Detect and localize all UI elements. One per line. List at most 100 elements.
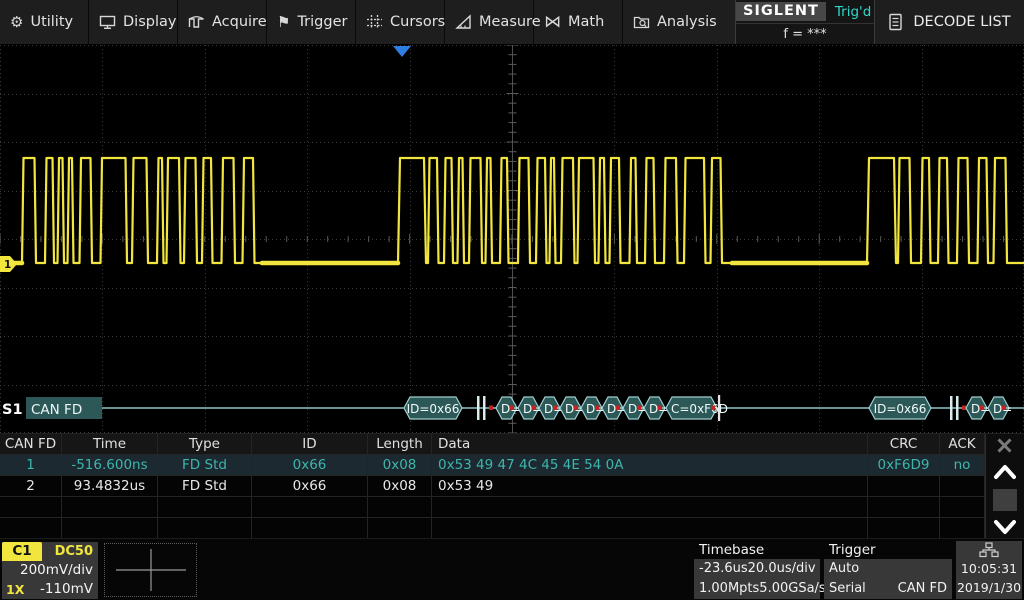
table-row[interactable]: 1-516.600nsFD Std0x660x080x53 49 47 4C 4…	[0, 455, 1024, 476]
menu-bar: ⚙ Utility Display Acquire ⚑ Trigger	[0, 0, 1024, 45]
siglent-logo: SIGLENT	[736, 2, 826, 21]
truncation-dot	[510, 406, 514, 411]
table-row[interactable]	[0, 497, 1024, 518]
table-row[interactable]: 293.4832usFD Std0x660x080x53 49	[0, 476, 1024, 497]
table-cell	[252, 518, 368, 539]
trigger-flag-icon: ⚑	[277, 15, 290, 30]
table-cell	[868, 518, 940, 539]
frame-separator-bar	[956, 396, 959, 420]
table-cell	[368, 518, 432, 539]
trigger-status-badge: Trig'd	[835, 4, 871, 20]
table-cell	[940, 518, 985, 539]
truncation-dot	[1002, 406, 1006, 411]
truncation-dot	[489, 406, 493, 411]
menu-item-analysis[interactable]: Analysis	[623, 0, 712, 44]
table-cell: 0x53 49 47 4C 45 4E 54 0A	[432, 455, 868, 476]
truncation-dot	[595, 406, 599, 411]
crosshair-icon	[114, 547, 188, 593]
menu-item-label: Measure	[479, 14, 541, 30]
menu-item-acquire[interactable]: Acquire	[178, 0, 267, 44]
scroll-down-button[interactable]	[992, 516, 1018, 538]
channel-1-tab[interactable]: C1	[2, 542, 42, 561]
scroll-thumb[interactable]	[993, 489, 1017, 511]
menu-item-label: Math	[568, 14, 604, 30]
truncation-dot	[553, 406, 557, 411]
menu-item-label: Cursors	[390, 14, 445, 30]
display-icon	[99, 14, 116, 30]
channel-offset: -110mV	[24, 580, 98, 599]
table-cell	[62, 518, 158, 539]
table-scrollbar	[985, 434, 1024, 539]
timebase-title: Timebase	[694, 541, 820, 559]
timebase-descriptor[interactable]: Timebase -23.6us 20.0us/div 1.00Mpts 5.0…	[694, 541, 820, 599]
waveform-display-area: 1S1CAN FDID=0x66D=D=D=D=D=D=D=D=C=0xF6DI…	[0, 45, 1024, 433]
table-cell	[432, 497, 868, 518]
menu-item-display[interactable]: Display	[89, 0, 178, 44]
decode-list-button[interactable]: DECODE LIST	[875, 0, 1024, 44]
table-cell	[0, 518, 62, 539]
table-cell: Type	[158, 434, 252, 455]
table-cell: Time	[62, 434, 158, 455]
table-row[interactable]	[0, 518, 1024, 539]
table-cell: CAN FD	[0, 434, 62, 455]
table-cell: Data	[432, 434, 868, 455]
channel-1-marker-label: 1	[4, 259, 11, 271]
table-cell: 0x08	[368, 476, 432, 497]
add-channel-slot[interactable]	[104, 543, 197, 597]
trigger-type: Serial	[829, 579, 866, 599]
bus-source-label: S1	[2, 402, 23, 418]
network-icon	[979, 542, 999, 558]
table-cell: FD Std	[158, 455, 252, 476]
probe-attenuation: 1X	[2, 580, 24, 599]
clock-panel: 10:05:31 2019/1/30	[956, 541, 1022, 599]
frame-separator-bar	[950, 396, 953, 420]
measure-icon	[455, 14, 472, 30]
truncation-dot	[637, 406, 641, 411]
menu-item-cursors[interactable]: Cursors	[356, 0, 445, 44]
trigger-mode: Auto	[829, 559, 859, 579]
oscilloscope-screen: ⚙ Utility Display Acquire ⚑ Trigger	[0, 0, 1024, 600]
decode-list-icon	[888, 13, 903, 31]
trigger-position-marker[interactable]	[393, 46, 411, 57]
decode-list-label: DECODE LIST	[913, 14, 1010, 30]
acquire-icon	[188, 14, 205, 30]
trigger-descriptor[interactable]: Trigger Auto Serial CAN FD	[824, 541, 952, 599]
analysis-icon	[633, 14, 650, 30]
cursors-icon	[366, 14, 383, 30]
close-icon[interactable]	[996, 437, 1012, 453]
table-cell	[940, 476, 985, 497]
math-icon: ⋈	[544, 14, 561, 31]
frame-separator-bar	[483, 396, 486, 420]
table-cell: 0x66	[252, 455, 368, 476]
bus-id-bubble-text: ID=0x66	[407, 402, 460, 416]
gear-icon: ⚙	[10, 15, 23, 30]
table-cell: CRC	[868, 434, 940, 455]
menu-item-math[interactable]: ⋈ Math	[534, 0, 623, 44]
frequency-counter: f = ***	[736, 23, 874, 44]
scope-graticule: 1S1CAN FDID=0x66D=D=D=D=D=D=D=D=C=0xF6DI…	[0, 45, 1024, 433]
menu-item-label: Acquire	[212, 14, 267, 30]
table-cell: 0x08	[368, 455, 432, 476]
table-cell: ID	[252, 434, 368, 455]
clock-time: 10:05:31	[961, 559, 1017, 578]
table-cell	[432, 518, 868, 539]
table-header-row: CAN FDTimeTypeIDLengthDataCRCACK	[0, 434, 1024, 455]
menu-item-label: Display	[123, 14, 176, 30]
table-cell: -516.600ns	[62, 455, 158, 476]
frame-separator-bar	[477, 396, 480, 420]
table-cell: ACK	[940, 434, 985, 455]
truncation-dot	[532, 406, 536, 411]
truncation-dot	[616, 406, 620, 411]
chevron-up-icon	[993, 464, 1017, 480]
scroll-up-button[interactable]	[992, 461, 1018, 483]
menu-item-trigger[interactable]: ⚑ Trigger	[267, 0, 356, 44]
bus-id-bubble-text: ID=0x66	[874, 402, 927, 416]
clock-date: 2019/1/30	[957, 578, 1021, 597]
channel-1-descriptor[interactable]: C1 DC50 200mV/div 1X -110mV	[2, 542, 98, 599]
table-cell: 0x66	[252, 476, 368, 497]
table-cell: 0x53 49	[432, 476, 868, 497]
menu-item-measure[interactable]: Measure	[445, 0, 534, 44]
truncation-dot	[574, 406, 578, 411]
truncation-dot	[658, 406, 662, 411]
menu-item-utility[interactable]: ⚙ Utility	[0, 0, 89, 44]
